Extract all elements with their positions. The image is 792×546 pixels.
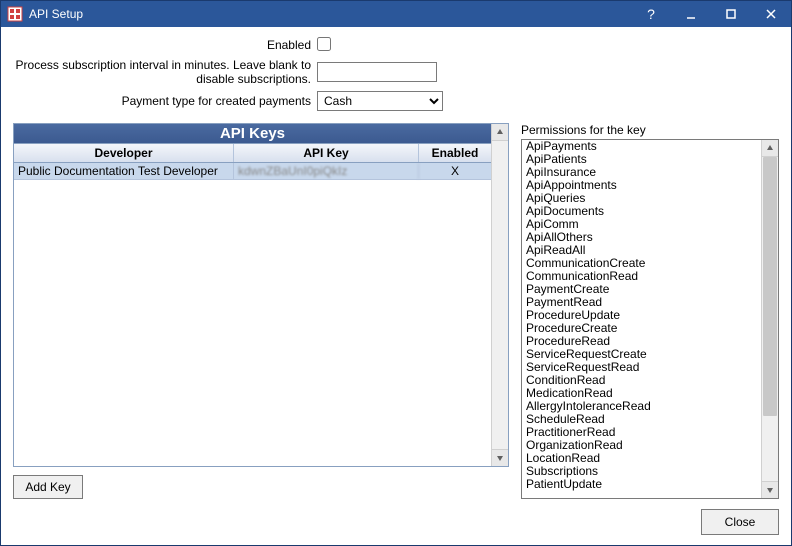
close-window-button[interactable] — [751, 1, 791, 27]
cell-developer: Public Documentation Test Developer — [14, 163, 234, 179]
footer: Close — [1, 509, 791, 545]
list-item[interactable]: ApiQueries — [522, 192, 761, 205]
permissions-list[interactable]: ApiPaymentsApiPatientsApiInsuranceApiApp… — [522, 140, 761, 498]
scroll-up-icon[interactable] — [492, 124, 508, 141]
col-header-developer[interactable]: Developer — [14, 144, 234, 162]
maximize-button[interactable] — [711, 1, 751, 27]
titlebar: API Setup ? — [1, 1, 791, 27]
col-header-enabled[interactable]: Enabled — [419, 144, 491, 162]
list-item[interactable]: CommunicationRead — [522, 270, 761, 283]
list-item[interactable]: ConditionRead — [522, 374, 761, 387]
list-item[interactable]: ScheduleRead — [522, 413, 761, 426]
grid-title: API Keys — [14, 124, 491, 144]
close-button[interactable]: Close — [701, 509, 779, 535]
list-item[interactable]: ProcedureCreate — [522, 322, 761, 335]
grid-body: Public Documentation Test Developer kdwn… — [14, 163, 491, 466]
table-row[interactable]: Public Documentation Test Developer kdwn… — [14, 163, 491, 180]
list-item[interactable]: PatientUpdate — [522, 478, 761, 491]
form-section: Enabled Process subscription interval in… — [13, 37, 779, 115]
api-keys-grid: API Keys Developer API Key Enabled Publi… — [13, 123, 509, 467]
add-key-button[interactable]: Add Key — [13, 475, 83, 499]
list-item[interactable]: LocationRead — [522, 452, 761, 465]
list-item[interactable]: ApiAllOthers — [522, 231, 761, 244]
list-item[interactable]: ProcedureUpdate — [522, 309, 761, 322]
help-button[interactable]: ? — [631, 1, 671, 27]
scroll-down-icon[interactable] — [762, 481, 778, 498]
list-item[interactable]: Subscriptions — [522, 465, 761, 478]
window-root: API Setup ? Enabled Process subscription… — [0, 0, 792, 546]
scroll-down-icon[interactable] — [492, 449, 508, 466]
cell-apikey: kdwnZBaUnI0piQkIz — [234, 163, 419, 179]
scrollbar-thumb[interactable] — [763, 157, 777, 416]
enabled-label: Enabled — [13, 38, 317, 52]
scroll-up-icon[interactable] — [762, 140, 778, 157]
grid-header: Developer API Key Enabled — [14, 144, 491, 163]
minimize-button[interactable] — [671, 1, 711, 27]
col-header-apikey[interactable]: API Key — [234, 144, 419, 162]
paytype-select[interactable]: Cash — [317, 91, 443, 111]
list-item[interactable]: ApiPatients — [522, 153, 761, 166]
list-item[interactable]: ServiceRequestCreate — [522, 348, 761, 361]
list-item[interactable]: CommunicationCreate — [522, 257, 761, 270]
list-item[interactable]: PaymentRead — [522, 296, 761, 309]
list-item[interactable]: OrganizationRead — [522, 439, 761, 452]
permissions-label: Permissions for the key — [521, 123, 779, 137]
permissions-scrollbar[interactable] — [761, 140, 778, 498]
list-item[interactable]: ProcedureRead — [522, 335, 761, 348]
list-item[interactable]: ApiInsurance — [522, 166, 761, 179]
interval-input[interactable] — [317, 62, 437, 82]
list-item[interactable]: PractitionerRead — [522, 426, 761, 439]
list-item[interactable]: ServiceRequestRead — [522, 361, 761, 374]
list-item[interactable]: ApiReadAll — [522, 244, 761, 257]
list-item[interactable]: ApiDocuments — [522, 205, 761, 218]
content-area: Enabled Process subscription interval in… — [1, 27, 791, 509]
list-item[interactable]: ApiComm — [522, 218, 761, 231]
cell-enabled: X — [419, 163, 491, 179]
list-item[interactable]: AllergyIntoleranceRead — [522, 400, 761, 413]
list-item[interactable]: MedicationRead — [522, 387, 761, 400]
enabled-checkbox[interactable] — [317, 37, 331, 51]
window-title: API Setup — [29, 7, 83, 21]
permissions-listbox: ApiPaymentsApiPatientsApiInsuranceApiApp… — [521, 139, 779, 499]
list-item[interactable]: PaymentCreate — [522, 283, 761, 296]
grid-scrollbar[interactable] — [491, 124, 508, 466]
list-item[interactable]: ApiAppointments — [522, 179, 761, 192]
app-icon — [7, 6, 23, 22]
interval-label: Process subscription interval in minutes… — [13, 58, 317, 87]
list-item[interactable]: ApiPayments — [522, 140, 761, 153]
paytype-label: Payment type for created payments — [13, 94, 317, 108]
